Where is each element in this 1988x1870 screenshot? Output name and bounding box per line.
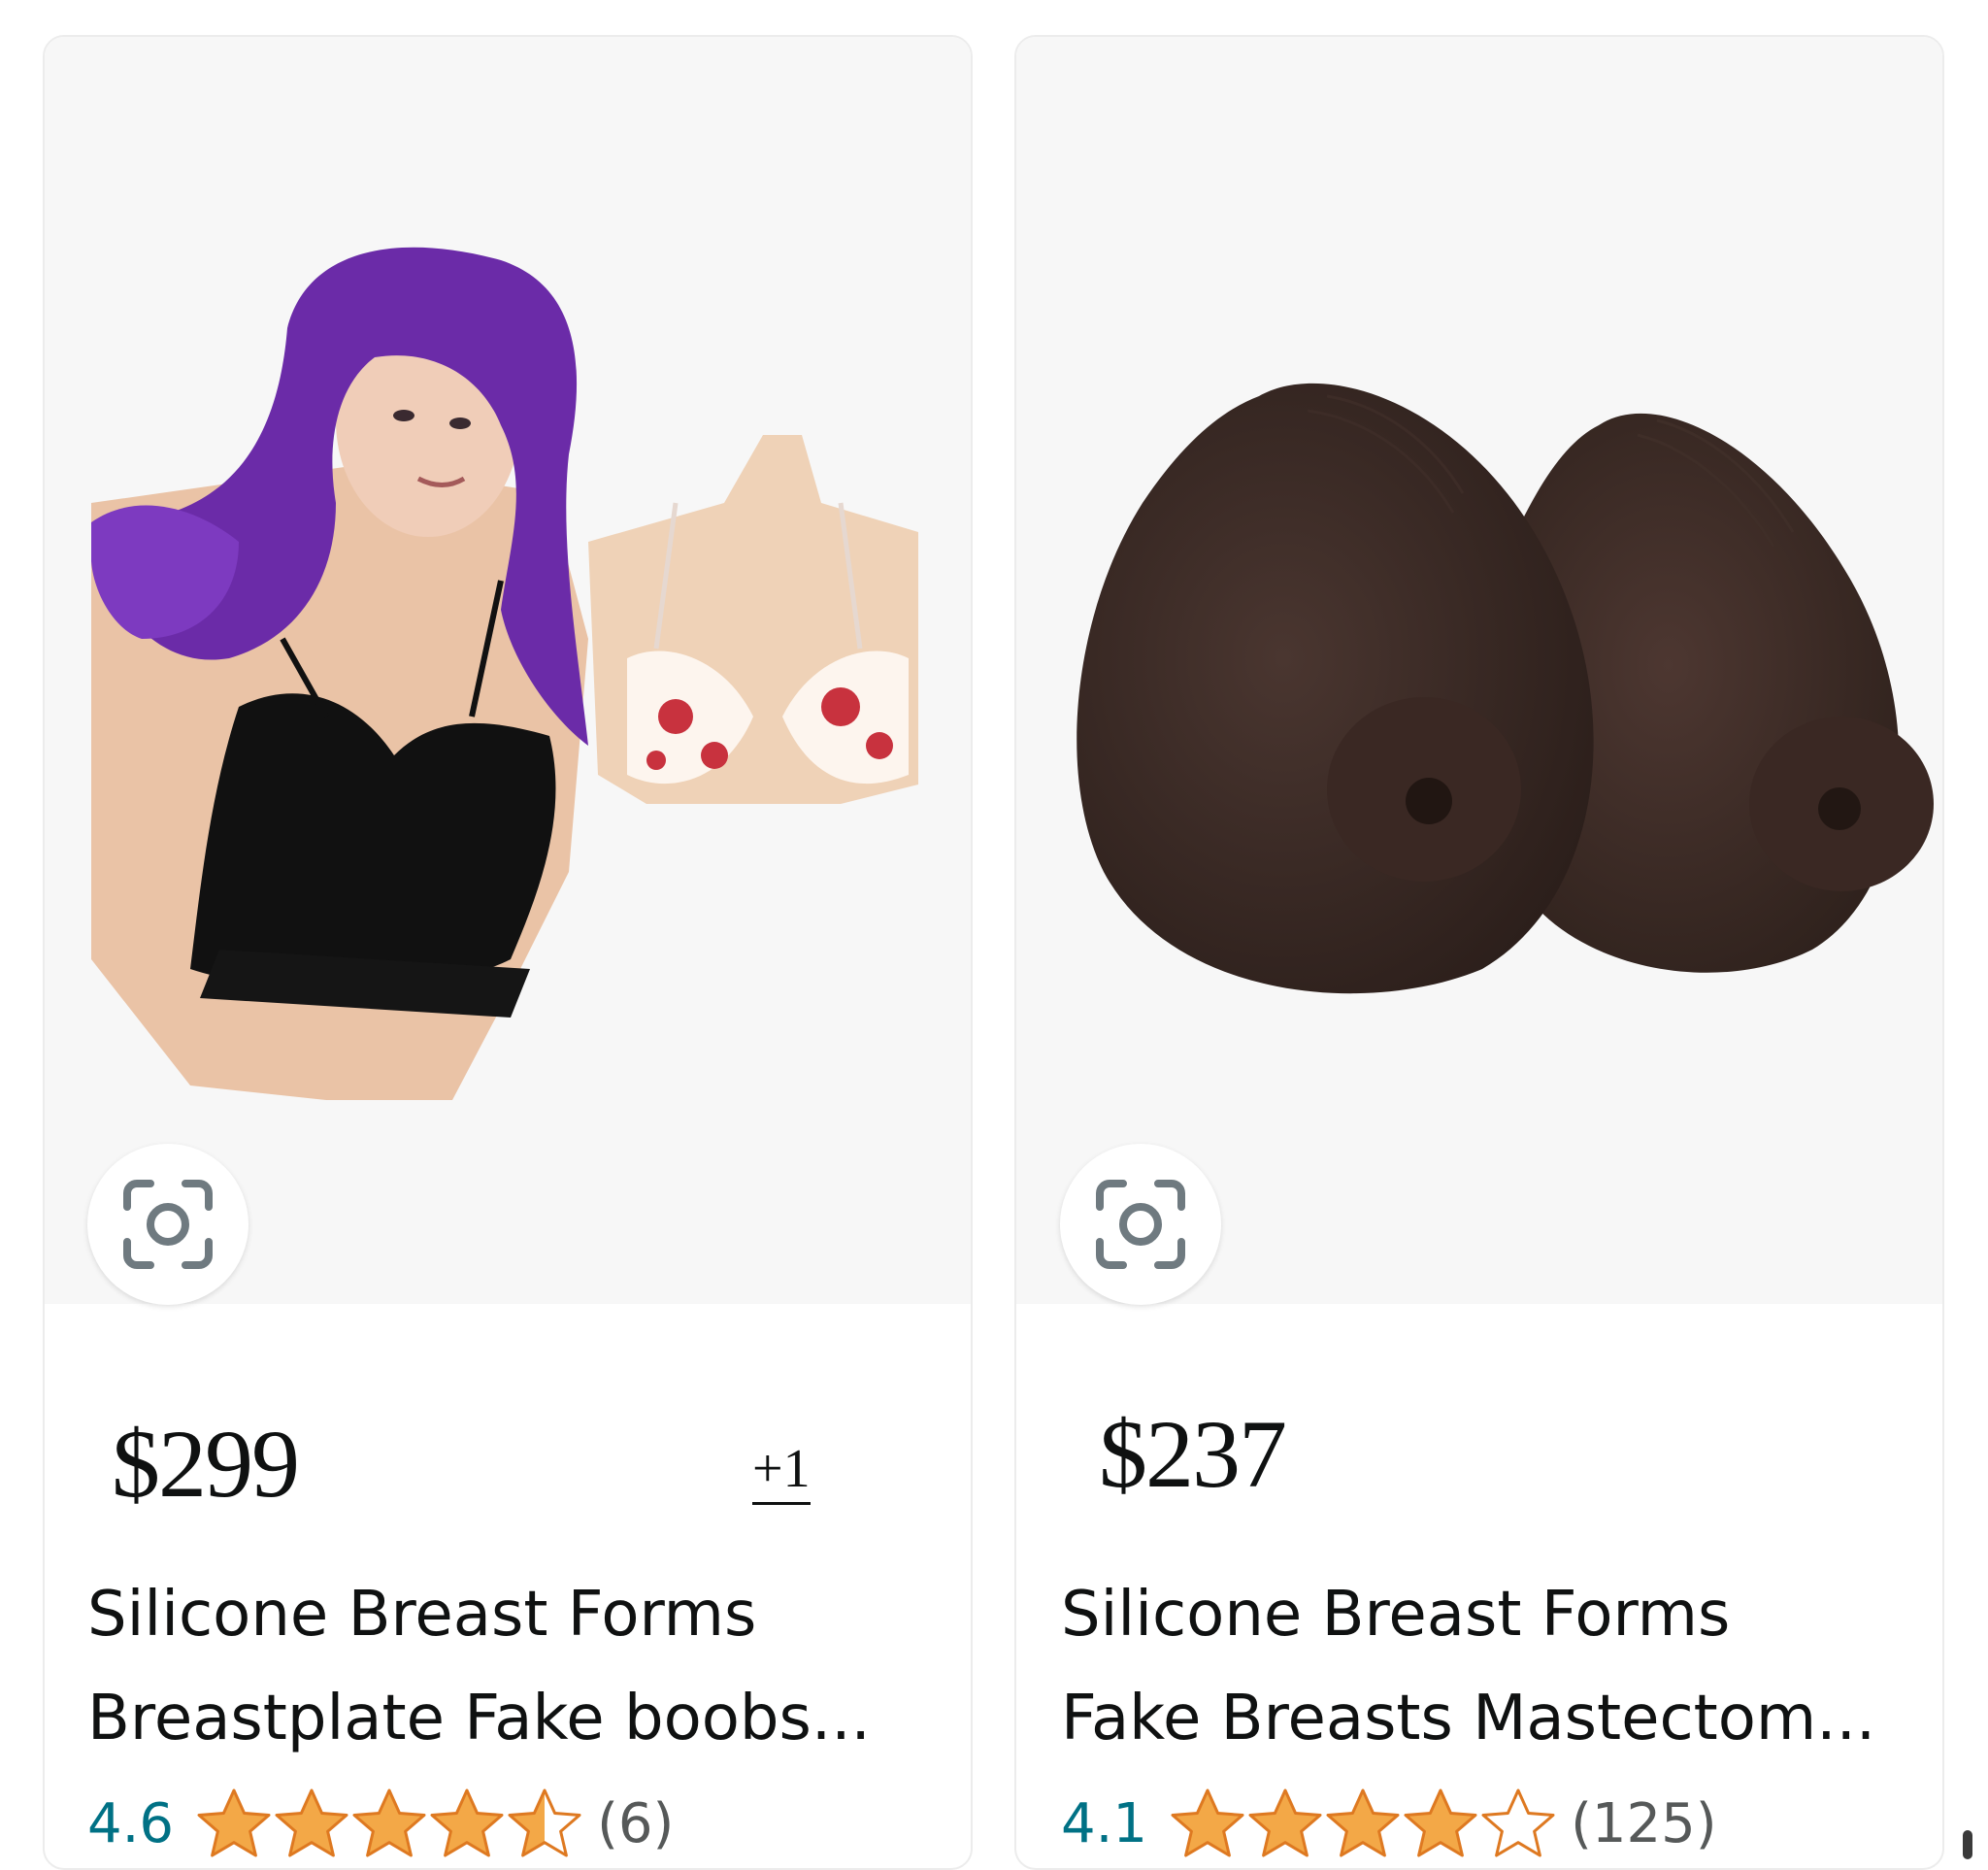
- review-count[interactable]: (125): [1571, 1792, 1717, 1855]
- star-full-icon: [1404, 1788, 1477, 1857]
- star-rating: [1169, 1787, 1557, 1860]
- star-half-icon: [508, 1788, 581, 1857]
- product-title-line[interactable]: Silicone Breast Forms: [87, 1584, 756, 1646]
- star-empty-icon: [1481, 1788, 1555, 1857]
- product-title-line[interactable]: Fake Breasts Mastectom...: [1061, 1687, 1875, 1750]
- product-price: $237: [1099, 1400, 1287, 1508]
- rating-row[interactable]: 4.6 (6): [87, 1785, 674, 1862]
- star-full-icon: [352, 1788, 426, 1857]
- visual-search-button[interactable]: [87, 1144, 248, 1305]
- star-full-icon: [197, 1788, 271, 1857]
- star-full-icon: [1326, 1788, 1400, 1857]
- camera-lens-icon: [123, 1180, 213, 1269]
- product-card[interactable]: $299 +1 Silicone Breast Forms Breastplat…: [43, 35, 973, 1870]
- rating-value: 4.6: [87, 1791, 175, 1855]
- product-title-line[interactable]: Silicone Breast Forms: [1061, 1584, 1730, 1646]
- product-grid: $299 +1 Silicone Breast Forms Breastplat…: [0, 0, 1988, 1870]
- product-image[interactable]: [45, 37, 971, 1305]
- visual-search-button[interactable]: [1060, 1144, 1221, 1305]
- camera-lens-icon: [1096, 1180, 1185, 1269]
- rating-value: 4.1: [1061, 1791, 1148, 1855]
- star-full-icon: [275, 1788, 348, 1857]
- product-price: $299: [112, 1410, 300, 1518]
- more-options-link[interactable]: +1: [752, 1442, 811, 1505]
- rating-row[interactable]: 4.1 (125): [1061, 1785, 1717, 1862]
- review-count[interactable]: (6): [597, 1792, 674, 1855]
- product-image-illustration: [91, 247, 918, 1100]
- product-image[interactable]: [1016, 37, 1942, 1305]
- product-image-illustration: [1077, 383, 1934, 994]
- product-title-line[interactable]: Breastplate Fake boobs...: [87, 1687, 871, 1750]
- star-full-icon: [1248, 1788, 1322, 1857]
- star-rating: [195, 1787, 583, 1860]
- product-card[interactable]: $237 Silicone Breast Forms Fake Breasts …: [1014, 35, 1944, 1870]
- star-full-icon: [430, 1788, 504, 1857]
- star-full-icon: [1171, 1788, 1244, 1857]
